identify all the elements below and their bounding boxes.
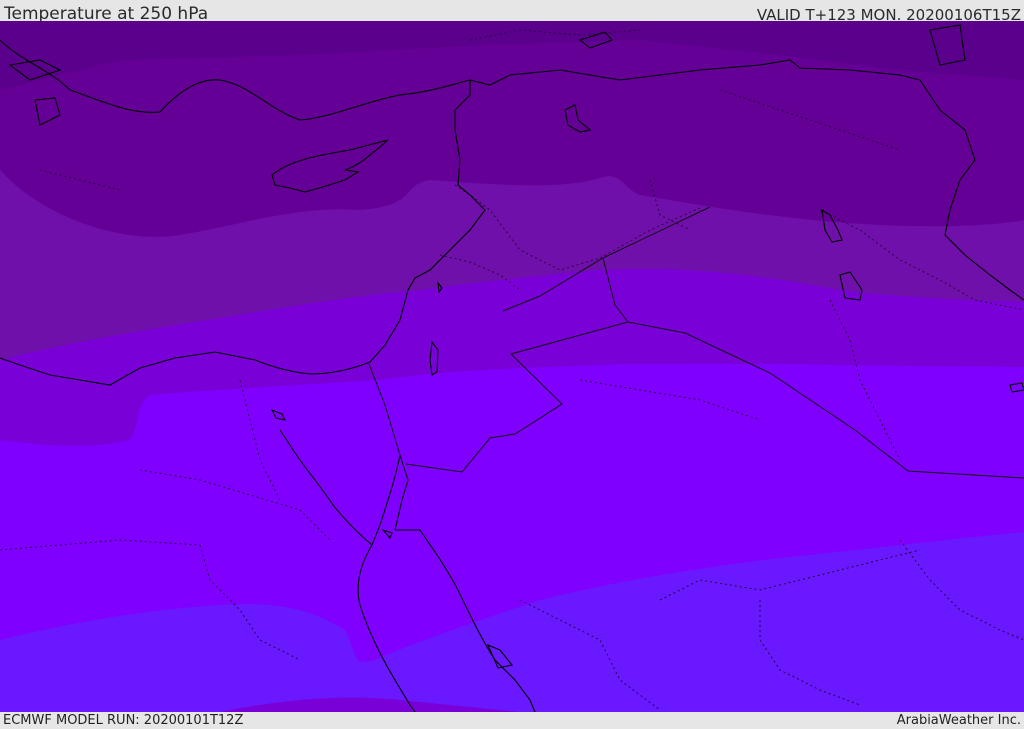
map-canvas[interactable]	[0, 21, 1024, 712]
model-run-label: ECMWF MODEL RUN: 20200101T12Z	[3, 713, 244, 728]
credit-label: ArabiaWeather Inc.	[896, 713, 1021, 728]
temperature-map	[0, 21, 1024, 712]
header-bar: Temperature at 250 hPa VALID T+123 MON. …	[0, 0, 1024, 24]
footer-bar: ECMWF MODEL RUN: 20200101T12Z ArabiaWeat…	[0, 712, 1024, 729]
temperature-bands	[0, 21, 1024, 712]
